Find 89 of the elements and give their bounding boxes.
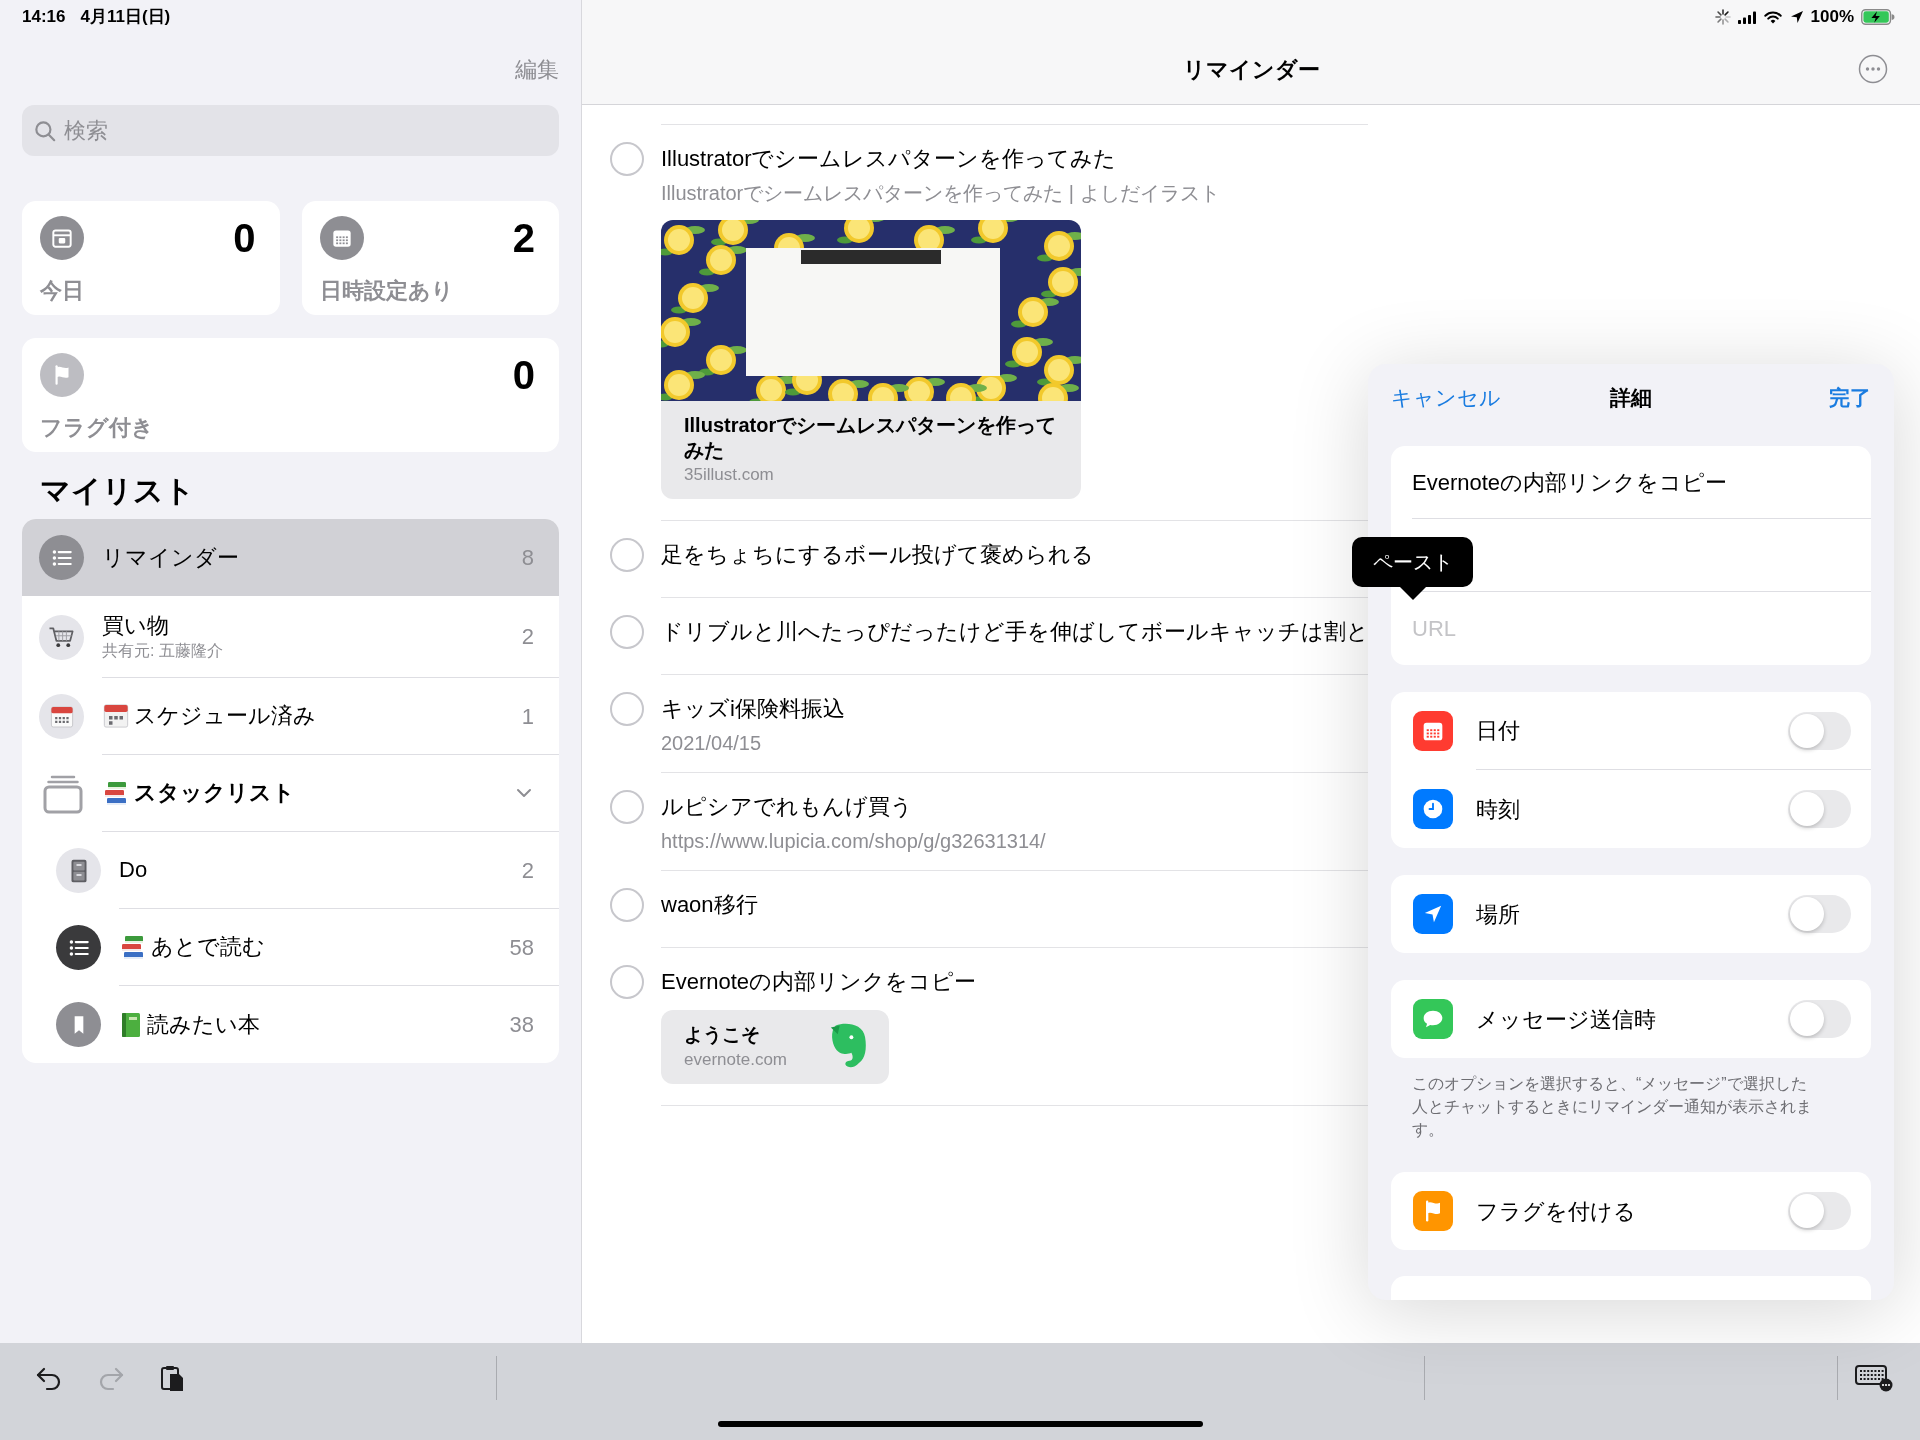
list-row[interactable]: リマインダー 8 xyxy=(22,519,559,596)
toggle-switch[interactable] xyxy=(1788,1000,1851,1038)
link-preview-card[interactable]: Illustratorでシームレスパターンを作ってみた 35illust.com xyxy=(661,220,1081,499)
toggle-switch[interactable] xyxy=(1788,1192,1851,1230)
reminder-title: 足をちょちにするボール投げて褒められる xyxy=(661,541,1094,569)
complete-checkbox[interactable] xyxy=(610,538,644,572)
reminder-subtitle: 2021/04/15 xyxy=(661,731,762,756)
smart-list-label: 日時設定あり xyxy=(319,277,455,305)
smart-list-card[interactable]: 0 今日 xyxy=(22,201,280,315)
reminder-title: Evernoteの内部リンクをコピー xyxy=(661,968,977,996)
title-field[interactable]: Evernoteの内部リンクをコピー xyxy=(1391,446,1871,519)
complete-checkbox[interactable] xyxy=(610,888,644,922)
preview-title: ようこそ xyxy=(684,1023,761,1047)
menu-pointer-icon xyxy=(1399,587,1426,600)
list-count: 2 xyxy=(521,856,534,885)
complete-checkbox[interactable] xyxy=(610,965,644,999)
list-name: Do xyxy=(119,856,148,884)
complete-checkbox[interactable] xyxy=(610,692,644,726)
popover-title: 詳細 xyxy=(1610,385,1652,412)
list-title: リマインダー xyxy=(1182,55,1320,84)
preview-domain: evernote.com xyxy=(684,1049,787,1071)
location-arrow-icon xyxy=(1789,10,1804,24)
calendar-icon xyxy=(102,702,130,730)
smart-list-count: 0 xyxy=(512,353,535,397)
smart-list-count: 2 xyxy=(512,216,535,260)
link-preview-card[interactable]: ようこそ evernote.com xyxy=(661,1010,889,1084)
list-count: 8 xyxy=(521,544,534,572)
list-row[interactable]: スケジュール済み 1 xyxy=(22,678,559,755)
setting-label: メッセージ送信時 xyxy=(1476,1005,1656,1034)
reminder-subtitle: Illustratorでシームレスパターンを作ってみた | よしだイラスト xyxy=(661,181,1220,206)
list-name: スタックリスト xyxy=(134,779,295,807)
list-row[interactable]: あとで読む 58 xyxy=(22,909,559,986)
toggle-switch[interactable] xyxy=(1788,790,1851,828)
complete-checkbox[interactable] xyxy=(610,790,644,824)
status-date: 4月11日(日) xyxy=(80,6,171,29)
complete-checkbox[interactable] xyxy=(610,142,644,176)
list-name: 買い物 xyxy=(102,611,169,640)
smart-list-card[interactable]: 2 日時設定あり xyxy=(301,201,559,315)
footnote-text: このオプションを選択すると、“メッセージ”で選択した人とチャットするときにリマインダー通知が表示されます。 xyxy=(1412,1074,1813,1140)
stacked-lists-icon xyxy=(42,773,84,814)
setting-label: 時刻 xyxy=(1476,795,1520,824)
preview-domain: 35illust.com xyxy=(684,464,775,486)
reminder-title: キッズi保険料振込 xyxy=(661,695,845,723)
list-name: スケジュール済み xyxy=(134,702,316,730)
reminder-title: Illustratorでシームレスパターンを作ってみた xyxy=(661,145,1117,173)
smart-list-card[interactable]: 0 フラグ付き xyxy=(22,338,559,452)
list-name: リマインダー xyxy=(102,543,239,572)
reminder-title: waon移行 xyxy=(661,891,758,919)
list-subtitle: 共有元: 五藤隆介 xyxy=(102,640,223,661)
complete-checkbox[interactable] xyxy=(610,615,644,649)
cancel-button[interactable]: キャンセル xyxy=(1391,382,1501,414)
preview-title: Illustratorでシームレスパターンを作ってみた xyxy=(684,413,1058,463)
reminder-title: ルピシアでれもんげ買う xyxy=(661,793,913,821)
list-name: 読みたい本 xyxy=(147,1010,260,1039)
smart-list-count: 0 xyxy=(233,216,256,260)
smart-list-label: 今日 xyxy=(40,277,85,305)
list-count: 38 xyxy=(509,1011,534,1039)
toggle-switch[interactable] xyxy=(1788,711,1851,750)
list-name: あとで読む xyxy=(151,933,265,961)
battery-charging-icon xyxy=(1861,9,1895,25)
signal-icon xyxy=(1737,10,1756,24)
more-icon xyxy=(1858,54,1888,84)
book-icon xyxy=(119,1010,143,1039)
status-time: 14:16 xyxy=(22,6,66,29)
battery-percentage: 100% xyxy=(1810,6,1854,29)
activity-spinner-icon xyxy=(1714,9,1731,25)
list-row[interactable]: 読みたい本 38 xyxy=(22,986,559,1063)
list-row[interactable]: Do 2 xyxy=(22,832,559,909)
keyboard-button[interactable] xyxy=(1854,1362,1894,1394)
setting-label: フラグを付ける xyxy=(1476,1197,1636,1226)
url-field[interactable]: URL xyxy=(1391,592,1871,665)
keyboard-icon xyxy=(1854,1363,1894,1393)
wifi-icon xyxy=(1762,9,1783,25)
list-count: 58 xyxy=(509,933,534,962)
reminder-title: ドリブルと川へたっぴだったけど手を伸ばしてボールキャッチは割と xyxy=(661,618,1369,646)
smart-list-label: フラグ付き xyxy=(40,414,155,442)
more-button[interactable] xyxy=(1858,54,1888,84)
search-input[interactable]: 検索 xyxy=(64,110,547,151)
list-count: 2 xyxy=(521,623,534,651)
setting-label: 日付 xyxy=(1476,717,1520,745)
list-row[interactable]: 買い物 共有元: 五藤隆介 2 xyxy=(22,596,559,678)
section-title: マイリスト xyxy=(40,473,195,509)
setting-label: 場所 xyxy=(1476,900,1520,929)
reminder-subtitle: https://www.lupicia.com/shop/g/g32631314/ xyxy=(661,829,1046,854)
search-field[interactable]: 検索 xyxy=(22,105,559,156)
toggle-switch[interactable] xyxy=(1788,895,1851,933)
list-count: 1 xyxy=(521,702,534,731)
done-button[interactable]: 完了 xyxy=(1829,382,1871,414)
list-group-row[interactable]: スタックリスト xyxy=(22,755,559,832)
